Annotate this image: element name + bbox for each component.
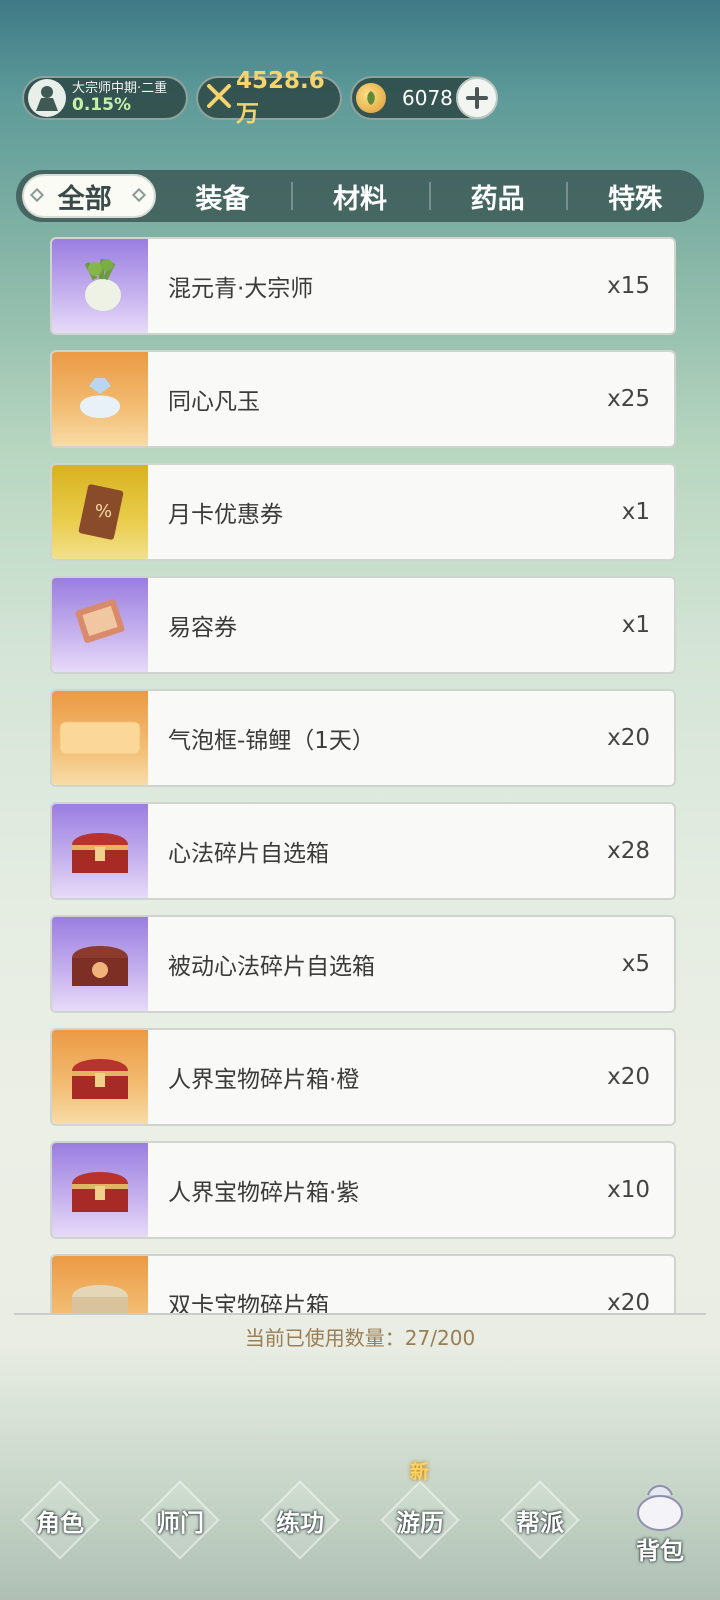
item-quantity: x28 — [607, 838, 650, 864]
item-name: 混元青·大宗师 — [168, 276, 314, 302]
nav-guild[interactable]: 帮派 — [490, 1475, 590, 1565]
list-item[interactable]: 人界宝物碎片箱·橙 x20 — [50, 1028, 676, 1126]
list-item[interactable]: 心法碎片自选箱 x28 — [50, 802, 676, 900]
nav-travel[interactable]: 新 游历 — [370, 1461, 470, 1565]
rank-label: 大宗师中期·二重 — [72, 80, 168, 96]
item-quantity: x20 — [607, 725, 650, 751]
bag-icon — [637, 1485, 683, 1531]
item-name: 心法碎片自选箱 — [168, 841, 329, 867]
add-currency-button[interactable] — [456, 77, 498, 119]
list-item[interactable]: 双卡宝物碎片箱 x20 — [50, 1254, 676, 1313]
list-item[interactable]: % 月卡优惠券 x1 — [50, 463, 676, 561]
tab-medicine[interactable]: 药品 — [428, 170, 567, 222]
tab-materials[interactable]: 材料 — [291, 170, 429, 222]
nav-sect[interactable]: 师门 — [130, 1475, 230, 1565]
item-name: 人界宝物碎片箱·橙 — [168, 1067, 360, 1093]
plus-icon — [466, 87, 488, 109]
top-status-bar: 大宗师中期·二重 0.15% 4528.6万 6078 — [22, 68, 498, 127]
rank-progress: 0.15% — [72, 94, 131, 115]
list-item[interactable]: 易容券 x1 — [50, 576, 676, 674]
item-quantity: x20 — [607, 1290, 650, 1313]
item-name: 人界宝物碎片箱·紫 — [168, 1180, 360, 1206]
pouch-icon — [52, 352, 148, 446]
chest-icon — [52, 1256, 148, 1313]
coupon-icon: % — [52, 465, 148, 559]
item-name: 易容券 — [168, 615, 237, 641]
bubble-frame-icon — [52, 691, 148, 785]
nav-character[interactable]: 角色 — [10, 1475, 110, 1565]
bottom-nav: 角色 师门 练功 新 游历 帮派 背包 — [0, 1461, 720, 1570]
chest-icon — [52, 917, 148, 1011]
list-item[interactable]: 气泡框-锦鲤（1天） x20 — [50, 689, 676, 787]
divider — [14, 1313, 706, 1315]
item-quantity: x1 — [621, 612, 650, 638]
chest-icon — [52, 1143, 148, 1237]
avatar — [28, 79, 66, 117]
svg-text:%: % — [95, 501, 112, 522]
currency-value: 6078 — [402, 86, 453, 110]
inventory-usage: 当前已使用数量：27/200 — [244, 1326, 476, 1350]
item-name: 同心凡玉 — [168, 389, 260, 415]
chest-icon — [52, 1030, 148, 1124]
tab-all[interactable]: 全部 — [16, 170, 156, 222]
swords-icon — [206, 83, 232, 113]
category-tabs: 全部 装备 材料 药品 特殊 — [16, 170, 704, 222]
list-item[interactable]: 混元青·大宗师 x15 — [50, 237, 676, 335]
nav-bag[interactable]: 背包 — [610, 1475, 710, 1565]
item-name: 双卡宝物碎片箱 — [168, 1293, 329, 1313]
item-quantity: x1 — [621, 499, 650, 525]
item-quantity: x15 — [607, 273, 650, 299]
list-item[interactable]: 人界宝物碎片箱·紫 x10 — [50, 1141, 676, 1239]
item-quantity: x20 — [607, 1064, 650, 1090]
combat-power-value: 4528.6万 — [236, 68, 325, 127]
combat-power: 4528.6万 — [196, 68, 342, 127]
nav-training[interactable]: 练功 — [250, 1475, 350, 1565]
item-quantity: x25 — [607, 386, 650, 412]
currency-display: 6078 — [350, 76, 498, 120]
list-item[interactable]: 同心凡玉 x25 — [50, 350, 676, 448]
tab-special[interactable]: 特殊 — [566, 170, 704, 222]
chest-icon — [52, 804, 148, 898]
item-name: 气泡框-锦鲤（1天） — [168, 728, 375, 754]
radish-icon — [52, 239, 148, 333]
ticket-icon — [52, 578, 148, 672]
list-item[interactable]: 被动心法碎片自选箱 x5 — [50, 915, 676, 1013]
item-quantity: x5 — [621, 951, 650, 977]
coin-icon — [356, 83, 386, 113]
new-badge: 新 — [410, 1461, 430, 1483]
inventory-list[interactable]: 混元青·大宗师 x15 同心凡玉 x25 % 月卡优惠券 x1 易容券 x1 气… — [50, 237, 676, 1313]
rank-badge[interactable]: 大宗师中期·二重 0.15% — [22, 76, 188, 120]
item-name: 月卡优惠券 — [168, 502, 283, 528]
tab-equipment[interactable]: 装备 — [154, 170, 292, 222]
item-quantity: x10 — [607, 1177, 650, 1203]
item-name: 被动心法碎片自选箱 — [168, 954, 375, 980]
